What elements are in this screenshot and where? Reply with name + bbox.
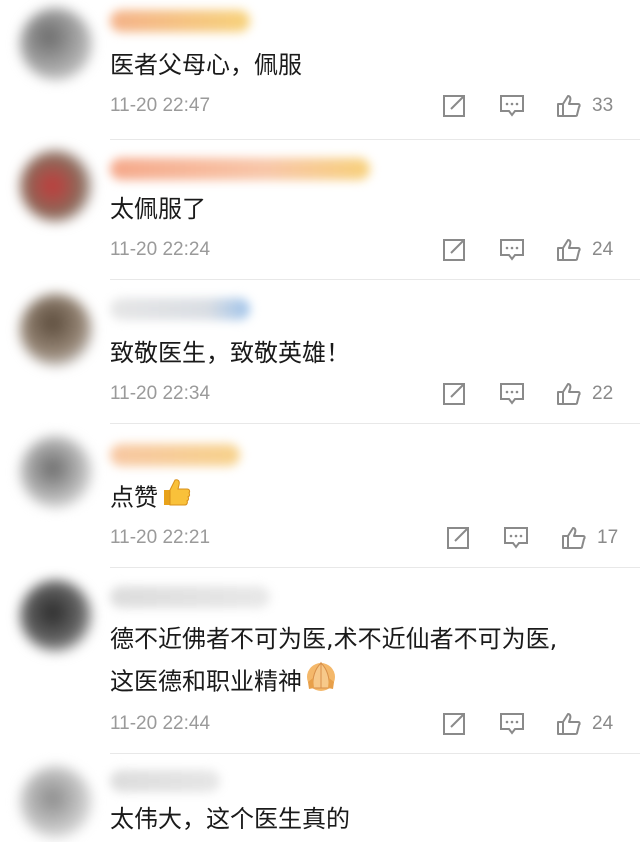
username-blurred[interactable]	[110, 770, 220, 792]
username-blurred[interactable]	[110, 586, 270, 608]
comment-time: 11-20 22:21	[110, 527, 211, 548]
comment-icon[interactable]	[499, 712, 525, 736]
share-icon[interactable]	[442, 238, 468, 262]
comment-time: 11-20 22:24	[110, 239, 211, 260]
comment-item: 太伟大，这个医生真的	[0, 754, 640, 842]
comment-item: 点赞 11-20 22:21 17	[0, 424, 640, 568]
like-count: 17	[597, 527, 619, 548]
like-count: 24	[592, 239, 614, 260]
comment-text-content: 点赞	[110, 483, 158, 512]
share-icon[interactable]	[446, 526, 472, 550]
comment-item: 太佩服了 11-20 22:24 24	[0, 140, 640, 280]
thumbs-up-icon[interactable]	[556, 712, 582, 736]
thumbs-up-icon[interactable]	[561, 526, 587, 550]
comment-icon[interactable]	[503, 526, 529, 550]
comment-item: 德不近佛者不可为医,术不近仙者不可为医, 这医德和职业精神 11-20 22:4…	[0, 568, 640, 754]
comment-icon[interactable]	[499, 94, 525, 118]
share-icon[interactable]	[442, 94, 468, 118]
comment-meta: 11-20 22:44 24	[110, 709, 624, 739]
like-count: 24	[592, 713, 614, 734]
comment-meta: 11-20 22:21 17	[110, 523, 624, 553]
username-blurred[interactable]	[110, 444, 240, 466]
comment-time: 11-20 22:47	[110, 95, 211, 116]
comment-time: 11-20 22:44	[110, 713, 211, 734]
comment-text: 太伟大，这个医生真的	[110, 805, 350, 833]
avatar[interactable]	[20, 150, 92, 222]
like-count: 22	[592, 383, 614, 404]
comment-text: 医者父母心，佩服	[110, 51, 302, 79]
share-icon[interactable]	[442, 382, 468, 406]
comment-meta: 11-20 22:47 33	[110, 91, 624, 121]
comment-item: 医者父母心，佩服 11-20 22:47 33	[0, 0, 640, 140]
share-icon[interactable]	[442, 712, 468, 736]
thumbs-up-icon[interactable]	[556, 238, 582, 262]
comment-icon[interactable]	[499, 382, 525, 406]
comment-meta: 11-20 22:24 24	[110, 235, 624, 265]
comment-text: 太佩服了	[110, 195, 206, 223]
avatar[interactable]	[20, 766, 92, 838]
username-blurred[interactable]	[110, 298, 250, 320]
comment-text: 德不近佛者不可为医,术不近仙者不可为医, 这医德和职业精神	[110, 618, 600, 705]
avatar[interactable]	[20, 580, 92, 652]
avatar[interactable]	[20, 436, 92, 508]
pray-hands-icon	[304, 660, 338, 705]
comment-text: 点赞	[110, 476, 600, 521]
comment-time: 11-20 22:34	[110, 383, 211, 404]
comment-icon[interactable]	[499, 238, 525, 262]
thumbs-up-icon	[160, 476, 192, 521]
like-count: 33	[592, 95, 614, 116]
comment-item: 致敬医生，致敬英雄！ 11-20 22:34 22	[0, 280, 640, 424]
username-blurred[interactable]	[110, 158, 370, 180]
thumbs-up-icon[interactable]	[556, 382, 582, 406]
avatar[interactable]	[20, 294, 92, 366]
avatar[interactable]	[20, 8, 92, 80]
thumbs-up-icon[interactable]	[556, 94, 582, 118]
comment-text: 致敬医生，致敬英雄！	[110, 339, 350, 367]
comment-meta: 11-20 22:34 22	[110, 379, 624, 409]
username-blurred[interactable]	[110, 10, 250, 32]
comment-list: 医者父母心，佩服 11-20 22:47 33 太佩服了 11-20 22:24	[0, 0, 640, 842]
